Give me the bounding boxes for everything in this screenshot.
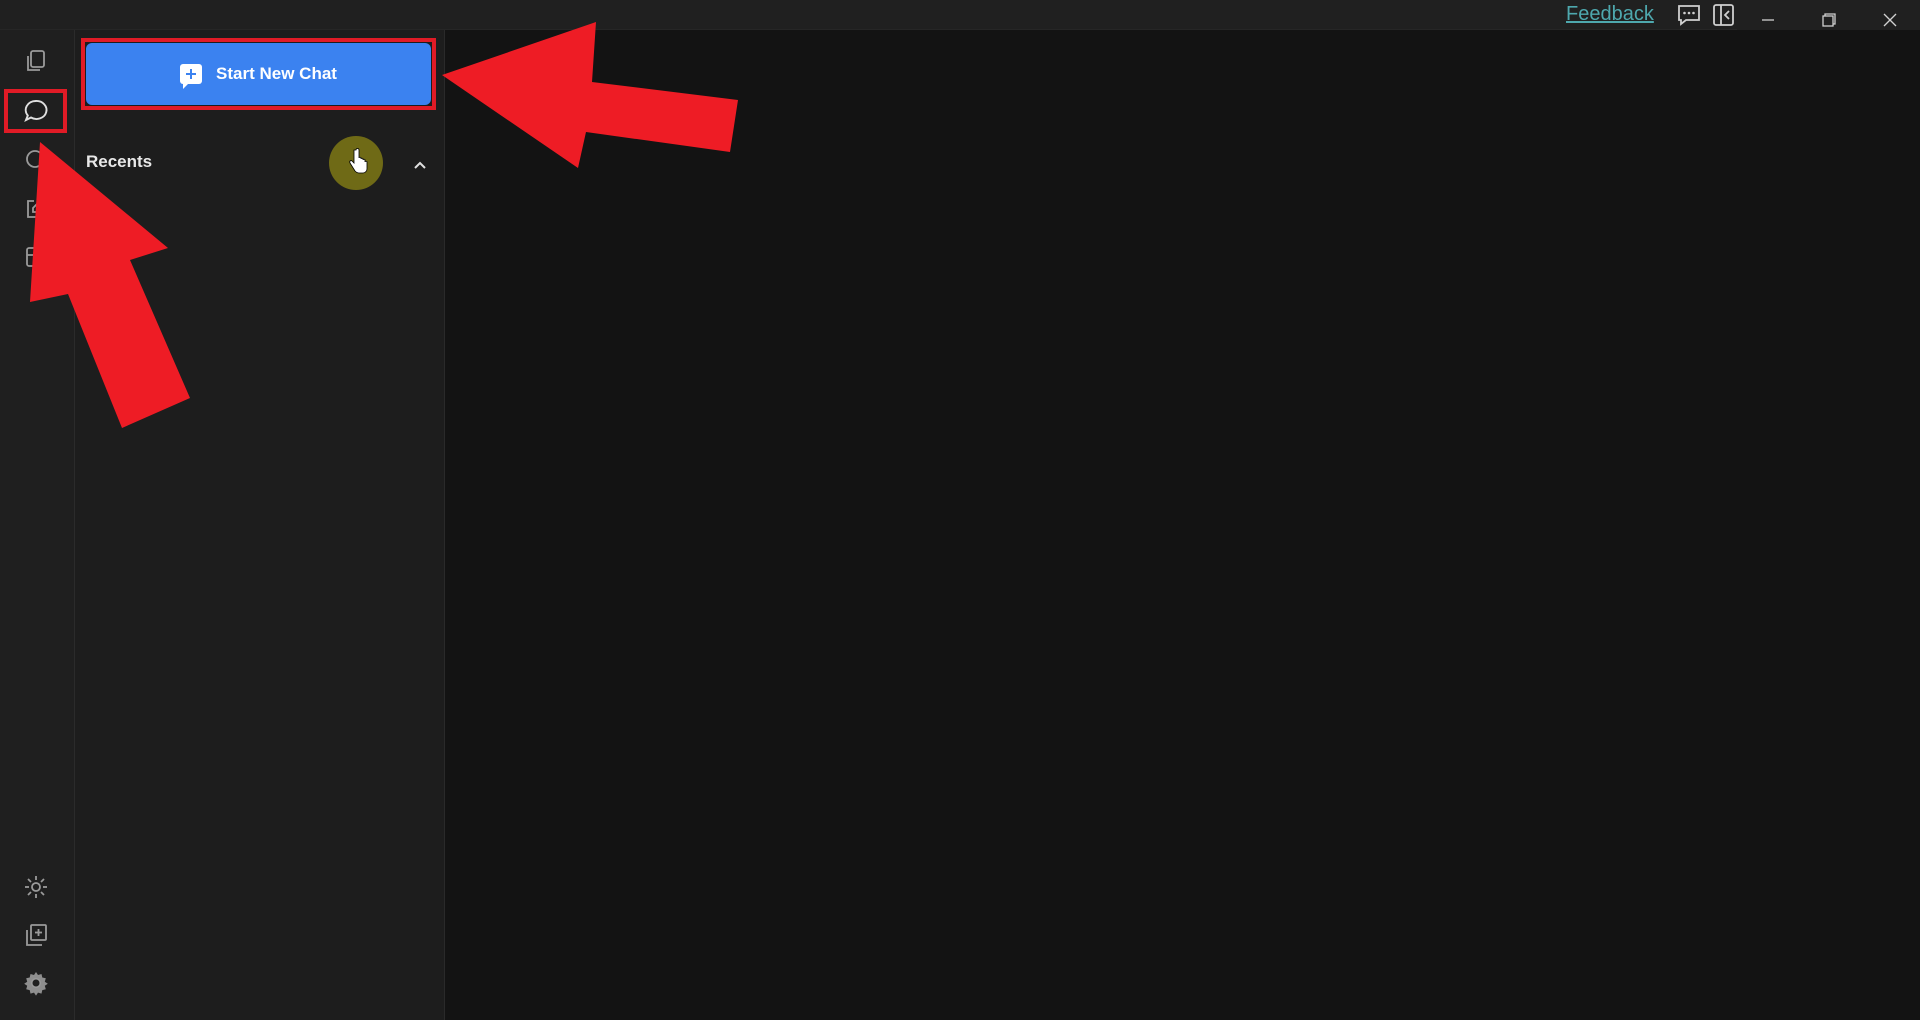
- chat-feedback-icon[interactable]: [1676, 3, 1702, 27]
- recents-header[interactable]: Recents: [86, 136, 436, 190]
- recents-title: Recents: [86, 152, 153, 171]
- start-new-chat-label: Start New Chat: [216, 64, 337, 83]
- activity-rail: [0, 30, 75, 1020]
- documents-icon[interactable]: [23, 48, 49, 74]
- new-chat-icon: [180, 64, 203, 89]
- main-content: [445, 30, 1920, 1020]
- title-bar: Feedback: [0, 0, 1920, 40]
- search-icon[interactable]: [23, 147, 49, 173]
- add-document-icon[interactable]: [23, 922, 49, 948]
- settings-icon[interactable]: [23, 970, 49, 996]
- chat-icon[interactable]: [23, 98, 49, 124]
- archive-icon[interactable]: [23, 244, 49, 270]
- start-new-chat-button[interactable]: Start New Chat: [86, 43, 431, 105]
- edit-icon[interactable]: [23, 196, 49, 222]
- toggle-panel-icon[interactable]: [1711, 3, 1737, 27]
- theme-icon[interactable]: [23, 874, 49, 900]
- cursor-highlight: [329, 136, 383, 190]
- app-window: Feedback Start New Chat Recents: [0, 0, 1920, 1020]
- chevron-up-icon[interactable]: [412, 157, 428, 173]
- chat-sidebar: Start New Chat Recents: [75, 30, 445, 1020]
- feedback-link[interactable]: Feedback: [1566, 3, 1654, 26]
